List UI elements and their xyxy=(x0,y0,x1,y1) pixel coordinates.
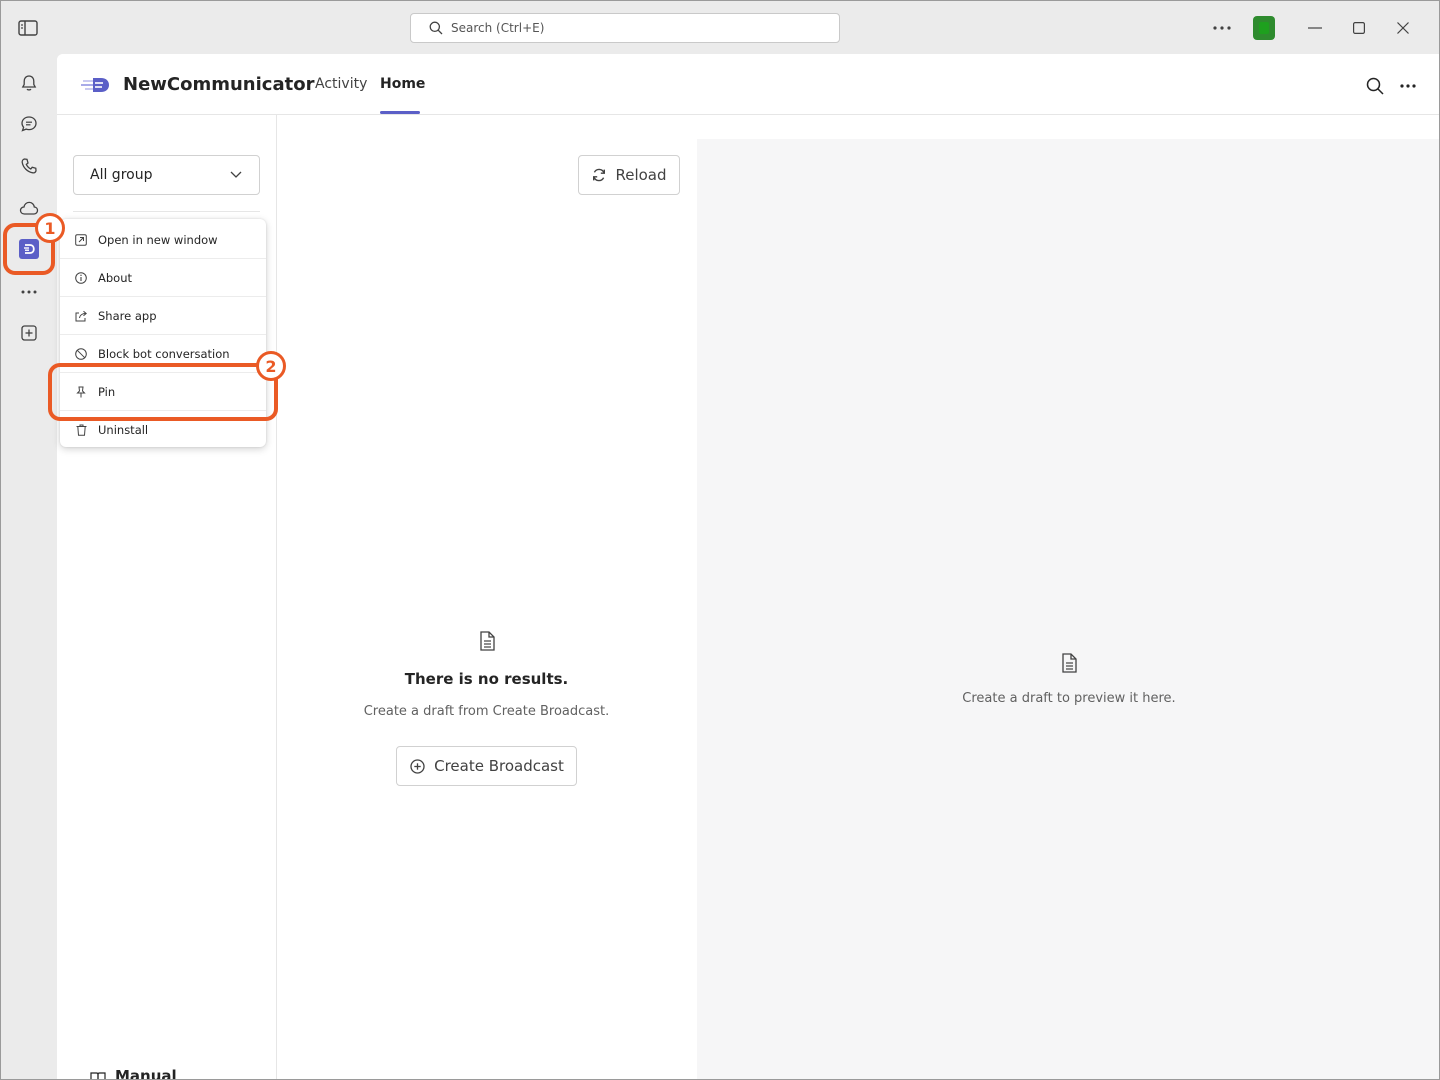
more-apps-icon[interactable] xyxy=(18,281,40,303)
share-icon xyxy=(74,309,88,323)
refresh-icon xyxy=(591,167,607,183)
block-icon xyxy=(74,347,88,361)
menu-item-share-app[interactable]: Share app xyxy=(60,297,266,335)
menu-item-label: Share app xyxy=(98,308,157,323)
add-app-icon[interactable] xyxy=(18,322,40,344)
tab-home-indicator xyxy=(380,111,420,114)
document-icon xyxy=(477,630,497,652)
info-icon xyxy=(74,271,88,285)
menu-item-label: Uninstall xyxy=(98,423,149,437)
tab-activity[interactable]: Activity xyxy=(315,76,367,92)
broadcast-list-panel: Reload There is no results. Create a dra… xyxy=(277,115,696,1079)
search-icon[interactable] xyxy=(1365,76,1385,96)
manual-link[interactable]: Manual xyxy=(115,1067,177,1079)
more-options-icon[interactable] xyxy=(1397,76,1419,96)
menu-item-about[interactable]: About xyxy=(60,259,266,297)
avatar[interactable] xyxy=(1253,16,1275,40)
bell-icon[interactable] xyxy=(18,72,40,94)
group-filter-value: All group xyxy=(90,167,153,183)
call-icon[interactable] xyxy=(18,155,40,177)
empty-state-title: There is no results. xyxy=(404,670,569,688)
search-input[interactable]: Search (Ctrl+E) xyxy=(410,13,840,43)
app-content: NewCommunicator Activity Home All group xyxy=(57,54,1439,1079)
close-icon[interactable] xyxy=(1391,19,1415,37)
create-broadcast-label: Create Broadcast xyxy=(434,757,564,775)
menu-item-open-new-window[interactable]: Open in new window xyxy=(60,221,266,259)
search-placeholder: Search (Ctrl+E) xyxy=(451,21,545,35)
app-rail xyxy=(1,55,57,1079)
empty-state-subtitle: Create a draft from Create Broadcast. xyxy=(363,704,610,719)
menu-item-label: Block bot conversation xyxy=(98,346,230,361)
menu-item-label: About xyxy=(98,270,133,285)
callout-badge-1: 1 xyxy=(35,213,65,243)
tab-home[interactable]: Home xyxy=(380,76,425,92)
callout-highlight-pin xyxy=(48,363,278,421)
trash-icon xyxy=(74,423,88,437)
more-options-icon[interactable] xyxy=(1209,19,1235,37)
chat-icon[interactable] xyxy=(18,113,40,135)
search-icon xyxy=(429,21,443,35)
app-logo-icon xyxy=(81,74,113,96)
document-icon xyxy=(1059,652,1079,674)
group-filter-dropdown[interactable]: All group xyxy=(73,155,260,195)
callout-badge-2: 2 xyxy=(256,351,286,381)
title-bar: Search (Ctrl+E) xyxy=(1,1,1439,55)
reload-label: Reload xyxy=(615,166,667,184)
cloud-icon[interactable] xyxy=(18,197,40,219)
maximize-icon[interactable] xyxy=(1347,19,1371,37)
menu-item-label: Open in new window xyxy=(98,232,218,247)
divider xyxy=(73,211,260,212)
app-window: Search (Ctrl+E) NewCommunicator Activity… xyxy=(0,0,1440,1080)
app-title: NewCommunicator xyxy=(123,74,315,95)
sidebar-toggle-icon[interactable] xyxy=(17,18,39,38)
book-icon xyxy=(89,1071,107,1079)
reload-button[interactable]: Reload xyxy=(578,155,680,195)
chevron-down-icon xyxy=(229,168,243,182)
open-external-icon xyxy=(74,233,88,247)
app-header: NewCommunicator Activity Home xyxy=(57,54,1439,115)
minimize-icon[interactable] xyxy=(1303,19,1327,37)
create-broadcast-button[interactable]: Create Broadcast xyxy=(396,746,577,786)
add-circle-icon xyxy=(409,758,425,774)
preview-panel: Create a draft to preview it here. xyxy=(697,139,1439,1079)
preview-message: Create a draft to preview it here. xyxy=(962,691,1176,706)
